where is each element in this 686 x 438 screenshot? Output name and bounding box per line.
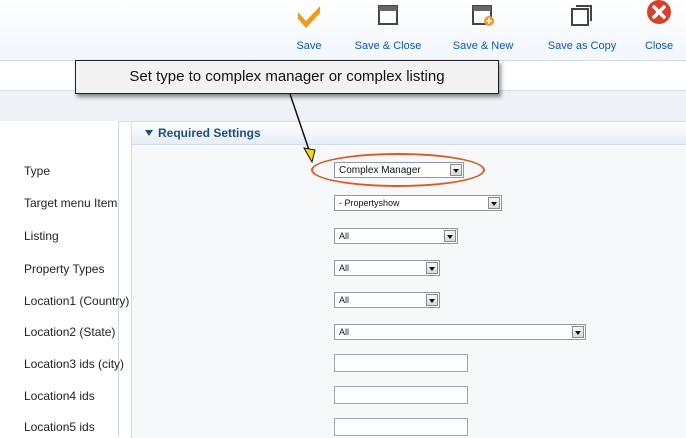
- callout-box: Set type to complex manager or complex l…: [75, 60, 499, 94]
- callout-text: Set type to complex manager or complex l…: [129, 68, 445, 85]
